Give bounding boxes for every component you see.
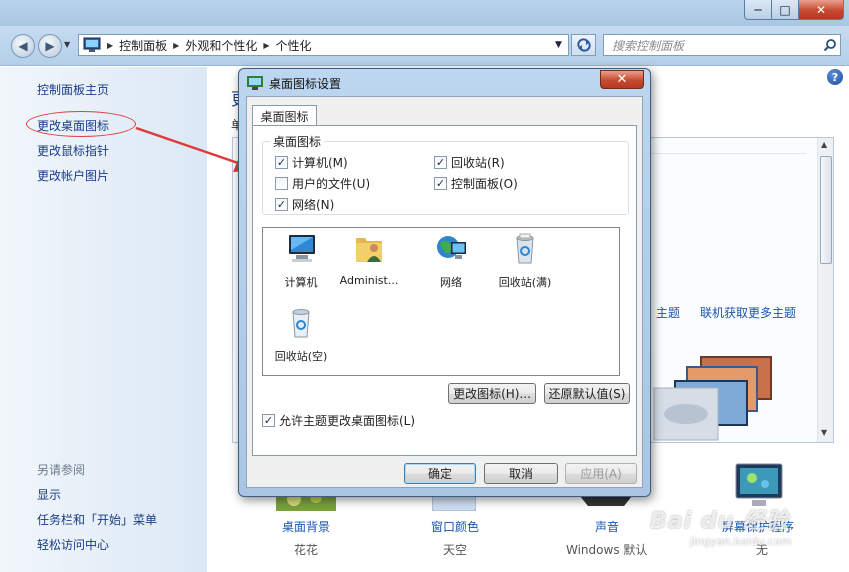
window-titlebar: ─ □ ✕ (0, 0, 849, 26)
icon-list[interactable]: 计算机 Administ... 网络 回收站(满) 回收站(空) (262, 227, 620, 376)
group-label: 桌面图标 (270, 133, 325, 150)
get-more-themes-link[interactable]: 联机获取更多主题 (700, 304, 796, 321)
address-dropdown-icon[interactable]: ▼ (555, 40, 562, 50)
back-button[interactable]: ◀ (11, 34, 35, 58)
change-mouse-pointers-link[interactable]: 更改鼠标指针 (37, 142, 109, 159)
sound-link[interactable]: 声音 (595, 518, 619, 535)
refresh-button[interactable] (571, 34, 596, 56)
see-also-display-link[interactable]: 显示 (37, 486, 61, 503)
scroll-thumb[interactable] (820, 156, 832, 264)
ok-button[interactable]: 确定 (404, 463, 476, 484)
checkmark-icon[interactable]: ✓ (434, 177, 447, 190)
close-button[interactable]: ✕ (798, 0, 844, 20)
icon-item-user-folder[interactable]: Administ... (339, 232, 399, 287)
checkbox-user-files[interactable]: 用户的文件(U) (275, 175, 370, 192)
tab-panel: 桌面图标 ✓ 计算机(M) ✓ 回收站(R) 用户的文件(U) ✓ 控制面板(O… (252, 125, 637, 456)
see-also-taskbar-link[interactable]: 任务栏和「开始」菜单 (37, 511, 157, 528)
recent-pages-chevron-icon[interactable]: ▼ (64, 40, 70, 49)
search-input[interactable]: 搜索控制面板 (603, 34, 841, 56)
tab-desktop-icons[interactable]: 桌面图标 (252, 105, 317, 126)
search-placeholder: 搜索控制面板 (612, 38, 685, 53)
see-also-heading: 另请参阅 (37, 463, 86, 477)
address-bar[interactable]: ▶ 控制面板 ▶ 外观和个性化 ▶ 个性化 (78, 34, 569, 56)
apply-button[interactable]: 应用(A) (565, 463, 637, 484)
cancel-button[interactable]: 取消 (484, 463, 558, 484)
checkbox-control-panel[interactable]: ✓ 控制面板(O) (434, 175, 518, 192)
checkmark-icon[interactable]: ✓ (275, 198, 288, 211)
desktop-background-value: 花花 (294, 543, 319, 557)
computer-icon (289, 235, 315, 262)
desktop-icon-settings-dialog: 桌面图标设置 ✕ 桌面图标 桌面图标 ✓ 计算机(M) ✓ 回收站(R) 用户的… (238, 68, 651, 497)
icon-item-recycle-bin-full[interactable]: 回收站(满) (495, 232, 555, 290)
icon-item-recycle-bin-empty[interactable]: 回收站(空) (271, 306, 331, 364)
window-color-value: 天空 (443, 543, 468, 557)
checkmark-icon[interactable]: ✓ (262, 414, 275, 427)
breadcrumb-appearance[interactable]: 外观和个性化 (185, 37, 257, 54)
window-color-link[interactable]: 窗口颜色 (431, 518, 479, 535)
checkbox-empty[interactable] (275, 177, 288, 190)
icon-item-computer[interactable]: 计算机 (271, 232, 331, 290)
breadcrumb-separator-icon: ▶ (173, 40, 180, 50)
theme-thumbnail-image[interactable] (652, 352, 814, 442)
breadcrumb-separator-icon: ▶ (263, 40, 270, 50)
desktop-icons-group: 桌面图标 ✓ 计算机(M) ✓ 回收站(R) 用户的文件(U) ✓ 控制面板(O… (262, 133, 629, 215)
recycle-bin-full-icon (516, 233, 534, 264)
checkbox-network[interactable]: ✓ 网络(N) (275, 196, 334, 213)
themes-link[interactable]: 主题 (656, 304, 680, 321)
breadcrumb-personalization[interactable]: 个性化 (276, 37, 312, 54)
see-also-ease-of-access-link[interactable]: 轻松访问中心 (37, 536, 109, 553)
help-icon[interactable]: ? (827, 69, 843, 85)
change-account-picture-link[interactable]: 更改帐户图片 (37, 167, 109, 184)
user-folder-icon (356, 238, 382, 262)
watermark-url: jingyan.baidu.com (690, 535, 792, 548)
change-icon-button[interactable]: 更改图标(H)... (448, 383, 536, 404)
refresh-icon (576, 38, 591, 52)
forward-button[interactable]: ▶ (38, 34, 62, 58)
dialog-title: 桌面图标设置 (269, 77, 342, 91)
checkbox-computer[interactable]: ✓ 计算机(M) (275, 154, 348, 171)
dialog-close-button[interactable]: ✕ (600, 70, 644, 89)
restore-default-button[interactable]: 还原默认值(S) (544, 383, 630, 404)
breadcrumb-separator-icon: ▶ (107, 40, 114, 50)
theme-list-divider (650, 153, 806, 154)
control-panel-icon (83, 37, 101, 52)
dialog-app-icon (247, 76, 263, 90)
watermark-brand: Bai du 经验 (650, 509, 789, 534)
breadcrumb-control-panel[interactable]: 控制面板 (119, 37, 167, 54)
desktop-background-link[interactable]: 桌面背景 (282, 518, 330, 535)
maximize-button[interactable]: □ (771, 0, 799, 20)
network-icon (437, 236, 466, 259)
recycle-bin-empty-icon (292, 309, 310, 338)
annotation-ellipse (26, 111, 136, 137)
scroll-down-icon[interactable]: ▼ (821, 428, 827, 437)
dialog-body: 桌面图标 桌面图标 ✓ 计算机(M) ✓ 回收站(R) 用户的文件(U) ✓ 控… (246, 96, 643, 488)
scroll-up-icon[interactable]: ▲ (821, 140, 827, 149)
sound-value: Windows 默认 (566, 543, 648, 557)
search-icon[interactable] (823, 38, 837, 52)
checkmark-icon[interactable]: ✓ (434, 156, 447, 169)
icon-item-network[interactable]: 网络 (421, 232, 481, 290)
checkmark-icon[interactable]: ✓ (275, 156, 288, 169)
task-pane: 控制面板主页 更改桌面图标 更改鼠标指针 更改帐户图片 另请参阅 显示 任务栏和… (0, 67, 207, 572)
theme-list-scrollbar[interactable]: ▲ ▼ (817, 138, 833, 442)
minimize-button[interactable]: ─ (744, 0, 772, 20)
checkbox-allow-themes[interactable]: ✓ 允许主题更改桌面图标(L) (262, 412, 415, 429)
checkbox-recycle-bin[interactable]: ✓ 回收站(R) (434, 154, 505, 171)
control-panel-home-link[interactable]: 控制面板主页 (37, 81, 109, 98)
